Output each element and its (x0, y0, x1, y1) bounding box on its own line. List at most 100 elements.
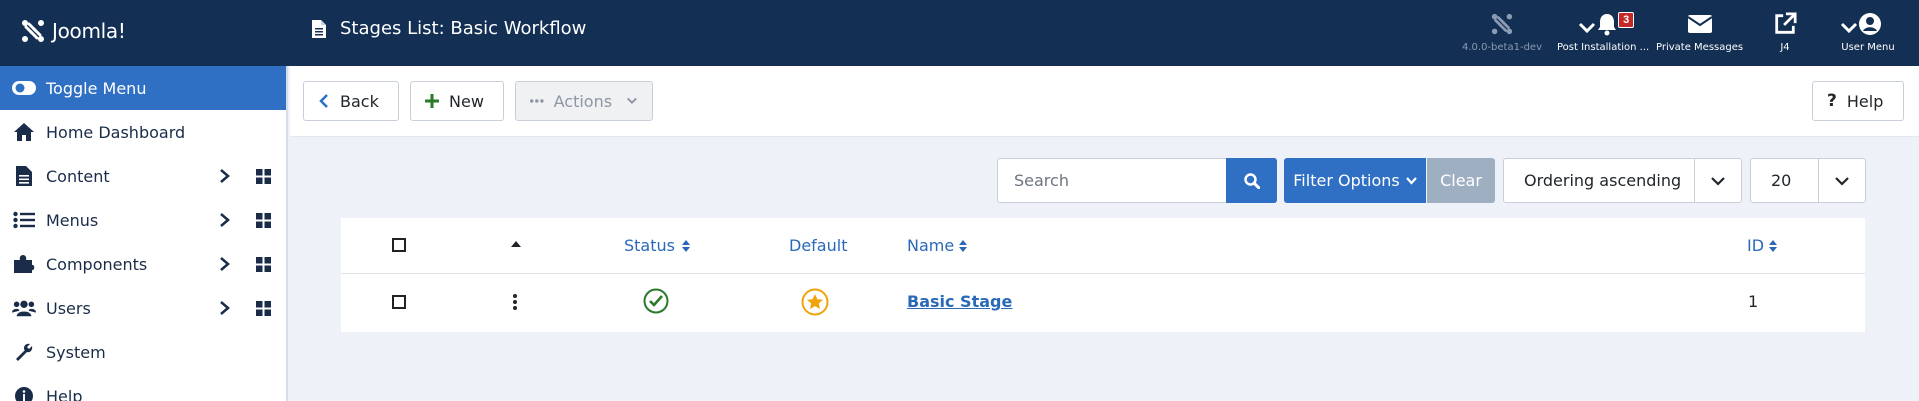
home-icon (12, 122, 36, 142)
file-icon (312, 19, 326, 38)
sidebar-item-users[interactable]: Users (0, 286, 286, 330)
sidebar: Toggle Menu Home Dashboard Content Menus… (0, 66, 288, 401)
user-circle-icon (1859, 13, 1881, 35)
ordering-value: Ordering ascending (1524, 171, 1682, 190)
user-menu-label: User Menu (1841, 42, 1895, 53)
stages-table: Status Default Name ID Basic Stage 1 (341, 218, 1865, 332)
sort-ordering-icon[interactable] (510, 240, 522, 248)
version-label: 4.0.0-beta1-dev (1462, 42, 1542, 53)
filter-options-label: Filter Options (1293, 171, 1400, 190)
stage-id-value: 1 (1748, 292, 1759, 311)
select-all-checkbox[interactable] (392, 238, 406, 252)
chevron-down-icon (1818, 159, 1865, 202)
dashboard-icon[interactable] (256, 213, 271, 228)
actions-label: Actions (553, 91, 613, 111)
info-circle-icon (12, 386, 36, 401)
drag-handle-icon[interactable] (513, 294, 517, 310)
chevron-right-icon[interactable] (218, 212, 232, 228)
sidebar-item-help[interactable]: Help (0, 374, 286, 401)
help-button[interactable]: ? Help (1812, 81, 1904, 121)
new-label: New (449, 91, 484, 111)
chevron-down-icon (1579, 22, 1596, 34)
site-link-label: J4 (1780, 42, 1790, 53)
post-installation-label: Post Installation ... (1557, 42, 1650, 53)
default-star-icon[interactable] (801, 288, 829, 316)
sidebar-item-label: Components (46, 254, 148, 274)
sidebar-item-label: Toggle Menu (46, 78, 147, 98)
sidebar-item-label: Menus (46, 210, 99, 230)
clear-label: Clear (1440, 171, 1482, 190)
version-item[interactable]: 4.0.0-beta1-dev (1462, 12, 1542, 53)
ordering-select[interactable]: Ordering ascending (1503, 158, 1742, 203)
user-menu-icon-wrap (1840, 12, 1896, 36)
search-button[interactable] (1226, 158, 1277, 203)
puzzle-piece-icon (12, 254, 36, 274)
chevron-left-icon (319, 94, 328, 108)
chevron-right-icon[interactable] (218, 300, 232, 316)
joomla-logo-icon (22, 20, 44, 42)
status-header[interactable]: Status (624, 236, 691, 255)
private-messages-label: Private Messages (1656, 42, 1744, 53)
row-checkbox[interactable] (392, 295, 406, 309)
sidebar-item-content[interactable]: Content (0, 154, 286, 198)
sort-icon (959, 239, 968, 252)
user-menu-item[interactable]: User Menu (1840, 12, 1896, 53)
actions-button[interactable]: Actions (515, 81, 653, 121)
default-header-label: Default (789, 236, 848, 255)
name-header[interactable]: Name (907, 236, 968, 255)
chevron-down-icon (627, 97, 637, 105)
ellipsis-icon (530, 99, 544, 103)
stage-name: Basic Stage (907, 292, 1013, 311)
page-title: Stages List: Basic Workflow (340, 18, 587, 39)
chevron-down-icon (1405, 176, 1417, 185)
chevron-right-icon[interactable] (218, 168, 232, 184)
list-limit-select[interactable]: 20 (1750, 158, 1866, 203)
joomla-icon (1491, 13, 1513, 35)
back-label: Back (340, 91, 379, 111)
new-button[interactable]: New (410, 81, 504, 121)
logo-text: Joomla! (52, 19, 126, 43)
help-label: Help (1846, 91, 1884, 111)
post-installation-item[interactable]: 3 Post Installation ... (1557, 12, 1649, 53)
sidebar-item-label: Help (46, 386, 83, 401)
dashboard-icon[interactable] (256, 169, 271, 184)
chevron-down-icon (1840, 22, 1858, 34)
plus-icon (425, 94, 439, 108)
table-header: Status Default Name ID (341, 218, 1865, 274)
filter-options-button[interactable]: Filter Options (1284, 158, 1426, 203)
list-icon (12, 210, 36, 230)
bell-icon (1598, 14, 1617, 36)
dashboard-icon[interactable] (256, 301, 271, 316)
toggle-icon (12, 78, 36, 98)
name-header-label: Name (907, 236, 955, 255)
stage-id: 1 (1748, 292, 1758, 311)
id-header-label: ID (1747, 236, 1765, 255)
status-published-icon[interactable] (643, 288, 669, 314)
toolbar: Back New Actions ? Help (290, 66, 1919, 137)
id-header[interactable]: ID (1747, 236, 1778, 255)
notification-badge: 3 (1618, 12, 1635, 28)
sidebar-item-toggle-menu[interactable]: Toggle Menu (0, 66, 286, 110)
site-link-item[interactable]: J4 (1772, 12, 1798, 53)
back-button[interactable]: Back (303, 81, 399, 121)
joomla-logo[interactable]: Joomla! (20, 18, 126, 44)
users-icon (12, 298, 36, 318)
envelope-icon (1686, 15, 1713, 33)
sidebar-item-menus[interactable]: Menus (0, 198, 286, 242)
wrench-icon (12, 342, 36, 362)
sidebar-item-label: System (46, 342, 106, 362)
chevron-right-icon[interactable] (218, 256, 232, 272)
sidebar-item-system[interactable]: System (0, 330, 286, 374)
clear-button[interactable]: Clear (1427, 158, 1495, 203)
question-icon: ? (1827, 91, 1837, 111)
sidebar-item-home-dashboard[interactable]: Home Dashboard (0, 110, 286, 154)
stage-name-link[interactable]: Basic Stage (907, 292, 1012, 311)
post-installation-icon-wrap: 3 (1568, 12, 1638, 36)
page-title-area: Stages List: Basic Workflow (312, 18, 586, 39)
private-messages-item[interactable]: Private Messages (1656, 12, 1743, 53)
sidebar-item-components[interactable]: Components (0, 242, 286, 286)
default-header: Default (789, 236, 847, 255)
dashboard-icon[interactable] (256, 257, 271, 272)
status-header-label: Status (624, 236, 675, 255)
external-link-icon (1775, 12, 1797, 34)
